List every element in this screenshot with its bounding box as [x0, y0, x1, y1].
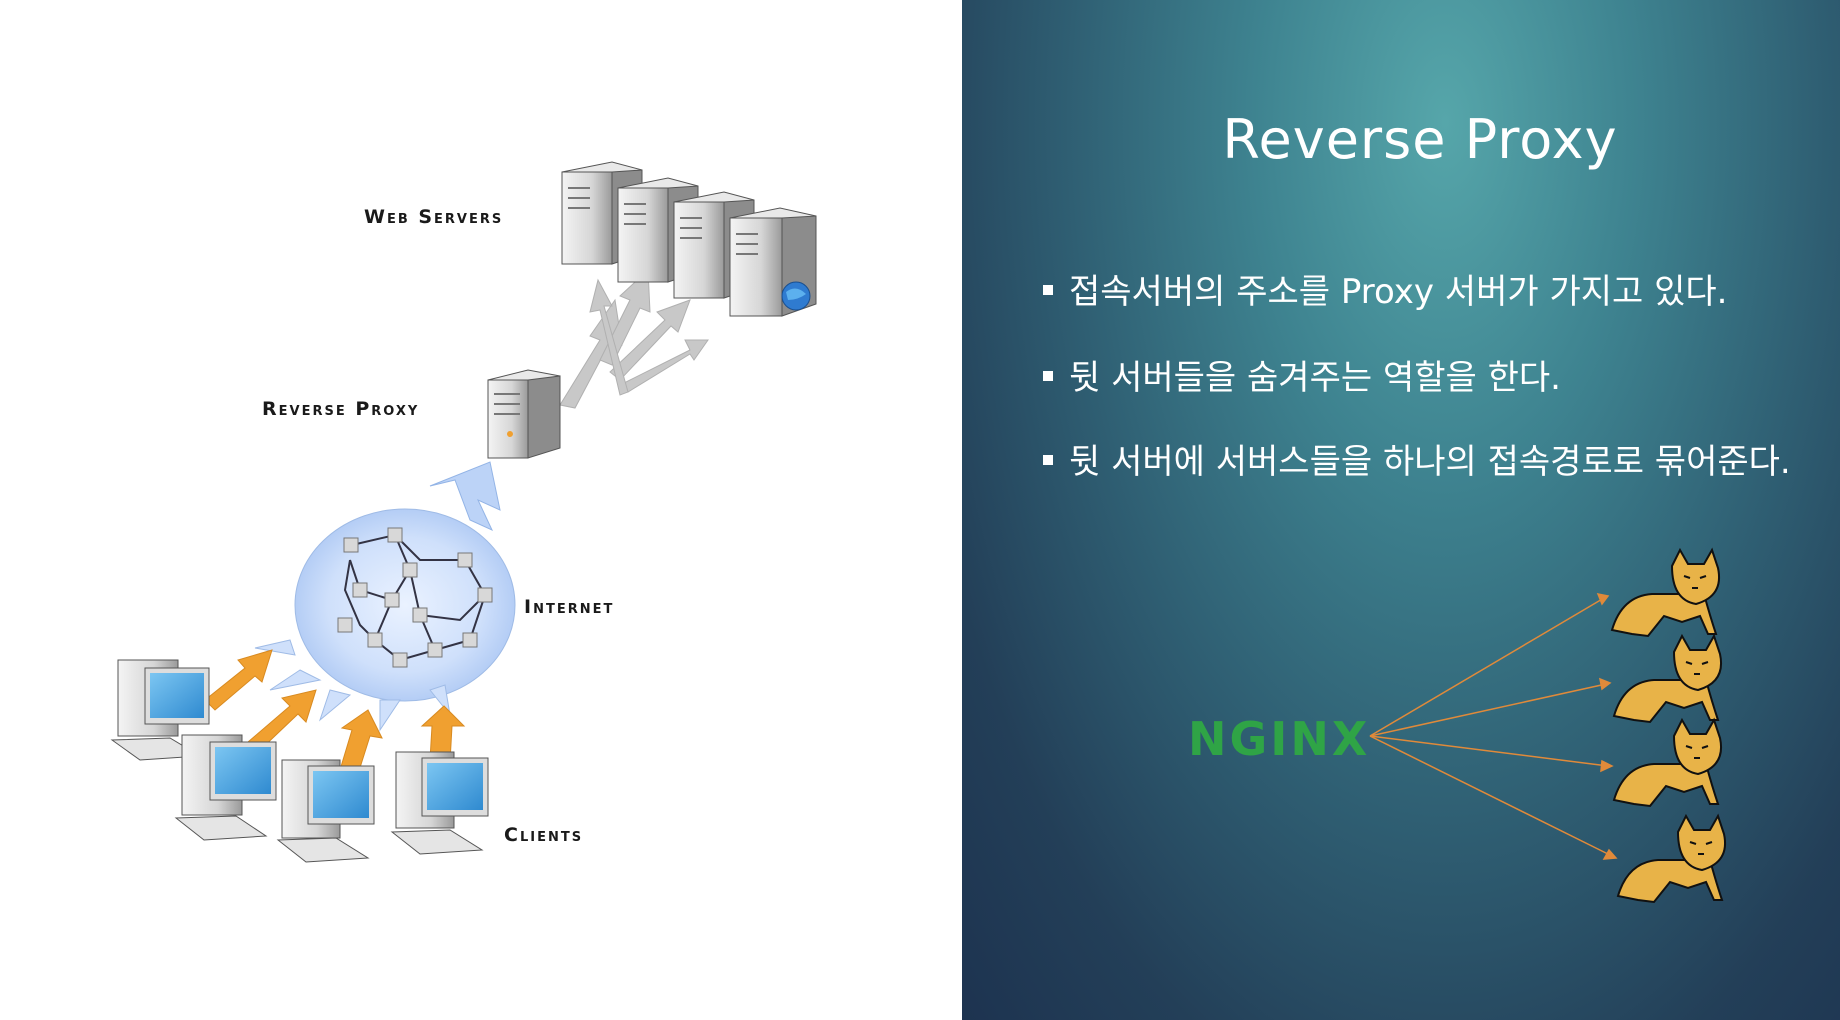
- reverse-proxy-label: Reverse Proxy: [262, 398, 420, 420]
- client-computer-3: [276, 759, 375, 863]
- web-servers-label: Web Servers: [364, 206, 504, 228]
- bullet-marker: [1043, 454, 1053, 465]
- bullet-3-text: 뒷 서버에 서버스들을 하나의 접속경로로 묶어준다.: [1069, 442, 1791, 482]
- web-server-4: [729, 207, 817, 317]
- bullet-2: 뒷 서버들을 숨겨주는 역할을 한다.: [1043, 350, 1561, 399]
- bullet-1: 접속서버의 주소를 Proxy 서버가 가지고 있다.: [1043, 264, 1727, 313]
- reverse-proxy-server: [487, 369, 561, 459]
- bullet-3: 뒷 서버에 서버스들을 하나의 접속경로로 묶어준다.: [1043, 434, 1791, 483]
- reverse-proxy-diagram: [110, 161, 817, 863]
- nginx-logo: NGINX: [1188, 712, 1371, 766]
- bullet-2-text: 뒷 서버들을 숨겨주는 역할을 한다.: [1069, 358, 1561, 398]
- clients-label: Clients: [504, 824, 584, 846]
- bullet-marker: [1043, 284, 1053, 295]
- bullet-marker: [1043, 370, 1053, 381]
- internet-label: Internet: [524, 596, 615, 618]
- client-computer-4: [390, 751, 489, 855]
- client-computer-2: [174, 734, 277, 841]
- bullet-1-text: 접속서버의 주소를 Proxy 서버가 가지고 있다.: [1069, 272, 1728, 312]
- slide-title: Reverse Proxy: [1222, 108, 1618, 171]
